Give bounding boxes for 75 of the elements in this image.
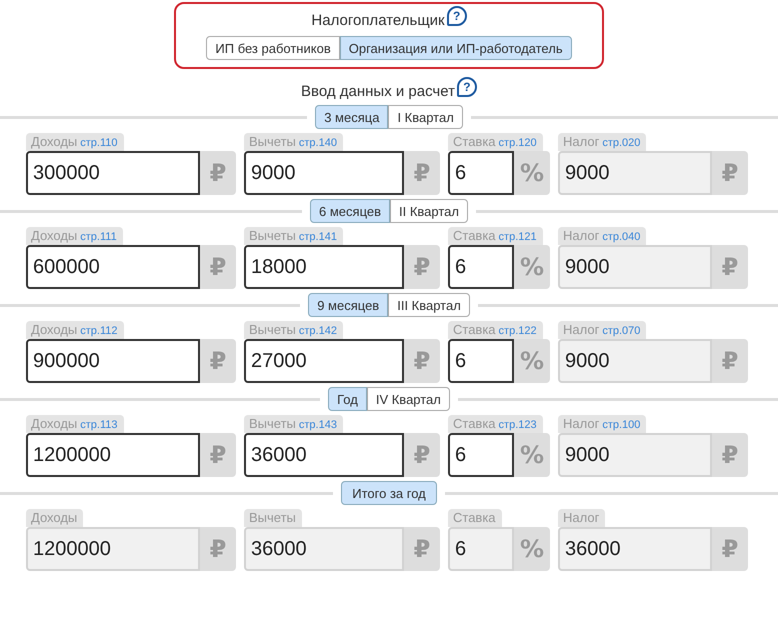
field-label: Вычеты xyxy=(249,510,296,525)
value-field[interactable]: 18000 xyxy=(244,245,404,289)
unit-label: % xyxy=(514,433,550,477)
value-field[interactable]: 1200000 xyxy=(26,527,200,571)
value-field[interactable]: 9000 xyxy=(558,245,712,289)
unit-label: % xyxy=(514,245,550,289)
value-field[interactable]: 6 xyxy=(448,151,514,195)
field-label: Налог xyxy=(563,510,600,525)
value-field[interactable]: 900000 xyxy=(26,339,200,383)
value-field[interactable]: 27000 xyxy=(244,339,404,383)
unit-label: ₽ xyxy=(712,339,748,383)
period-tab[interactable]: 9 месяцев xyxy=(308,293,388,317)
field-label: Вычеты xyxy=(249,134,296,149)
unit-label: ₽ xyxy=(404,245,440,289)
unit-label: % xyxy=(514,339,550,383)
unit-label: ₽ xyxy=(200,433,236,477)
field-label: Налог xyxy=(563,416,600,431)
unit-label: ₽ xyxy=(404,151,440,195)
value-field[interactable]: 9000 xyxy=(558,151,712,195)
field-label: Ставка xyxy=(453,228,496,243)
field-label: Ставка xyxy=(453,510,496,525)
unit-label: ₽ xyxy=(712,151,748,195)
unit-label: ₽ xyxy=(200,245,236,289)
value-field[interactable]: 600000 xyxy=(26,245,200,289)
value-field[interactable]: 36000 xyxy=(244,527,404,571)
unit-label: % xyxy=(514,151,550,195)
value-field[interactable]: 300000 xyxy=(26,151,200,195)
value-field[interactable]: 9000 xyxy=(244,151,404,195)
taxpayer-option[interactable]: ИП без работников xyxy=(206,36,340,60)
value-field[interactable]: 9000 xyxy=(558,339,712,383)
period-tab[interactable]: IV Квартал xyxy=(366,387,450,411)
field-label: Ставка xyxy=(453,134,496,149)
unit-label: ₽ xyxy=(200,151,236,195)
value-field[interactable]: 1200000 xyxy=(26,433,200,477)
unit-label: ₽ xyxy=(404,433,440,477)
period-tab[interactable]: 3 месяца xyxy=(315,105,388,129)
period-tab[interactable]: II Квартал xyxy=(390,199,468,223)
field-label: Вычеты xyxy=(249,416,296,431)
period-tab[interactable]: Год xyxy=(328,387,367,411)
field-label: Доходы xyxy=(31,510,78,525)
field-label: Доходы xyxy=(31,322,78,337)
unit-label: ₽ xyxy=(404,527,440,571)
help-icon[interactable]: ? xyxy=(456,77,477,97)
taxpayer-option[interactable]: Организация или ИП-работодатель xyxy=(340,36,572,60)
section-title: Налогоплательщик xyxy=(311,12,445,28)
unit-label: ₽ xyxy=(712,433,748,477)
value-field[interactable]: 6 xyxy=(448,433,514,477)
field-label: Доходы xyxy=(31,228,78,243)
unit-label: ₽ xyxy=(712,527,748,571)
help-icon[interactable]: ? xyxy=(446,6,467,26)
unit-label: ₽ xyxy=(200,527,236,571)
period-tab[interactable]: 6 месяцев xyxy=(310,199,390,223)
unit-label: ₽ xyxy=(712,245,748,289)
period-tab[interactable]: I Квартал xyxy=(388,105,463,129)
value-field[interactable]: 9000 xyxy=(558,433,712,477)
section-title: Ввод данных и расчет xyxy=(301,82,455,100)
field-label: Налог xyxy=(563,322,600,337)
value-field[interactable]: 36000 xyxy=(244,433,404,477)
field-label: Ставка xyxy=(453,416,496,431)
value-field[interactable]: 6 xyxy=(448,339,514,383)
field-label: Налог xyxy=(563,134,600,149)
unit-label: % xyxy=(514,527,550,571)
field-label: Налог xyxy=(563,228,600,243)
value-field[interactable]: 6 xyxy=(448,245,514,289)
period-tab[interactable]: III Квартал xyxy=(388,293,470,317)
field-label: Ставка xyxy=(453,322,496,337)
unit-label: ₽ xyxy=(200,339,236,383)
field-label: Вычеты xyxy=(249,322,296,337)
value-field[interactable]: 36000 xyxy=(558,527,712,571)
unit-label: ₽ xyxy=(404,339,440,383)
value-field[interactable]: 6 xyxy=(448,527,514,571)
field-label: Доходы xyxy=(31,416,78,431)
field-label: Вычеты xyxy=(249,228,296,243)
field-label: Доходы xyxy=(31,134,78,149)
period-tab[interactable]: Итого за год xyxy=(341,481,437,505)
